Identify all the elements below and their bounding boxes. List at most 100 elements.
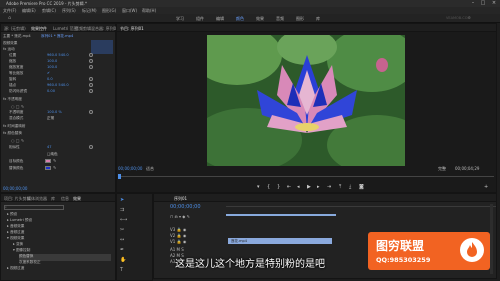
go-to-in-icon[interactable]: ⇤ bbox=[287, 184, 291, 190]
mark-out-icon[interactable]: } bbox=[277, 184, 280, 190]
add-marker-icon[interactable]: ▾ bbox=[257, 184, 260, 190]
effect-row-blend-mode[interactable]: 混合模式 正常 bbox=[9, 116, 54, 123]
workspace-bar: ⌂ 学习 组件 编辑 颜色 效果 音频 图形 库 ⌕ VEAMOB.COM bbox=[0, 14, 500, 24]
ripple-edit-tool-icon[interactable]: ⟷ bbox=[120, 217, 127, 223]
video-frame bbox=[207, 35, 405, 166]
workspace-tab-audio[interactable]: 音频 bbox=[276, 16, 284, 22]
razor-tool-icon[interactable]: ✂ bbox=[120, 227, 124, 233]
tab-sequence[interactable]: 序列01 bbox=[174, 196, 187, 202]
reset-icon[interactable] bbox=[89, 53, 93, 57]
timeline-scrollbar[interactable] bbox=[490, 204, 493, 274]
lotus-image bbox=[207, 35, 405, 166]
timeline-tabs: 序列01 bbox=[154, 194, 496, 202]
slip-tool-icon[interactable]: ↔ bbox=[120, 237, 124, 243]
tab-effects[interactable]: 效果 bbox=[73, 196, 81, 202]
minimize-icon[interactable]: – bbox=[468, 0, 478, 7]
play-icon[interactable]: ▶ bbox=[307, 184, 311, 190]
tab-audio-mixer[interactable]: 音频剪辑混合器: 序列01 bbox=[75, 26, 119, 32]
reset-icon[interactable] bbox=[89, 77, 93, 81]
time-ruler[interactable] bbox=[226, 206, 496, 207]
brand-watermark: 图穷联盟 QQ:985303259 bbox=[368, 232, 490, 270]
workspace-tab-effects[interactable]: 效果 bbox=[256, 16, 264, 22]
fit-dropdown[interactable]: 适合 bbox=[146, 166, 154, 172]
effect-row[interactable]: fx 不透明度 bbox=[3, 97, 22, 104]
reset-icon[interactable] bbox=[89, 65, 93, 69]
mask-tools-icon[interactable]: ○ □ ✎ bbox=[11, 138, 24, 143]
workspace-tab-color[interactable]: 颜色 bbox=[236, 16, 244, 24]
eye-icon: ◉ bbox=[182, 239, 187, 244]
tab-source[interactable]: 源: (无剪辑) bbox=[4, 26, 26, 32]
tab-libraries[interactable]: 库 bbox=[51, 196, 55, 202]
eyedropper-icon[interactable]: ✎ bbox=[53, 158, 56, 163]
reset-icon[interactable] bbox=[89, 83, 93, 87]
list-item[interactable]: ▸ 视频过渡 bbox=[7, 266, 24, 273]
mask-tools-icon[interactable]: ○ □ ✎ bbox=[11, 104, 24, 109]
clip-header: 主要 * 莲花.mp4 bbox=[3, 34, 31, 38]
type-tool-icon[interactable]: T bbox=[120, 267, 123, 273]
timeline-tools-icon[interactable]: ⊓ ⋒ ▾ ◆ ✎ bbox=[170, 214, 190, 219]
video-subtitle: 这是这儿这个地方是特别粉的是吧 bbox=[175, 259, 325, 270]
maximize-icon[interactable]: □ bbox=[478, 0, 488, 7]
pen-tool-icon[interactable]: ✒ bbox=[120, 247, 124, 253]
hand-tool-icon[interactable]: ✋ bbox=[120, 257, 126, 263]
workspace-tab-editing[interactable]: 编辑 bbox=[216, 16, 224, 22]
workspace-tab-libraries[interactable]: 库 bbox=[316, 16, 320, 22]
workspace-tab-learn[interactable]: 学习 bbox=[176, 16, 184, 22]
step-forward-icon[interactable]: ▸ bbox=[317, 184, 320, 190]
home-icon[interactable]: ⌂ bbox=[8, 15, 11, 21]
tab-lumetri-scopes[interactable]: Lumetri 范围 bbox=[53, 26, 78, 32]
program-duration: 00;00;04;29 bbox=[455, 166, 480, 171]
selection-tool-icon[interactable]: ➤ bbox=[120, 197, 124, 203]
playhead[interactable] bbox=[118, 174, 121, 179]
close-icon[interactable]: × bbox=[489, 0, 499, 7]
reset-icon[interactable] bbox=[89, 145, 93, 149]
effect-row-target-color[interactable]: 目标颜色 bbox=[9, 159, 23, 166]
reset-icon[interactable] bbox=[89, 110, 93, 114]
go-to-out-icon[interactable]: ⇥ bbox=[327, 184, 331, 190]
effect-row-antiflicker[interactable]: 防闪烁滤镜 0.00 bbox=[9, 89, 93, 96]
effect-controls-timecode[interactable]: 00;00;00;00 bbox=[3, 186, 27, 191]
effect-row-replace-color[interactable]: 替换颜色 bbox=[9, 166, 23, 173]
track-select-tool-icon[interactable]: ⇉ bbox=[120, 207, 124, 213]
reset-icon[interactable] bbox=[89, 89, 93, 93]
effect-row-similarity[interactable]: 相似性 47 bbox=[9, 145, 93, 152]
tab-effect-controls[interactable]: 效果控件 bbox=[31, 26, 47, 32]
track-a1[interactable]: A1 M S bbox=[170, 247, 184, 252]
program-timecode[interactable]: 00;00;00;00 bbox=[118, 166, 142, 171]
step-back-icon[interactable]: ◂ bbox=[297, 184, 300, 190]
tab-info[interactable]: 信息 bbox=[61, 196, 69, 202]
flame-logo-icon bbox=[460, 238, 484, 262]
workspace-tab-assembly[interactable]: 组件 bbox=[196, 16, 204, 22]
menu-bar: 文件(F) 编辑(E) 剪辑(C) 序列(S) 标记(M) 图形(G) 窗口(W… bbox=[0, 7, 500, 14]
search-icon: ⌕ bbox=[5, 205, 7, 209]
effect-row-color-replace[interactable]: fx 颜色替换 bbox=[3, 131, 22, 138]
export-frame-icon[interactable]: ◙ bbox=[359, 184, 364, 190]
timeline-work-area[interactable] bbox=[226, 214, 336, 216]
track-v3[interactable]: V3 🔒 ◉ bbox=[170, 227, 186, 232]
clip-label: 莲花.mp4 bbox=[231, 239, 247, 243]
program-scrubber[interactable] bbox=[118, 176, 494, 177]
brand-qq: QQ:985303259 bbox=[376, 256, 431, 264]
effect-row-time-remap[interactable]: fx 时间重映射 bbox=[3, 124, 26, 131]
track-v1[interactable]: V1 🔒 ◉ bbox=[170, 239, 186, 244]
lift-icon[interactable]: ⤒ bbox=[339, 184, 341, 190]
effects-search-input[interactable] bbox=[4, 205, 64, 210]
video-clip[interactable]: 莲花.mp4 bbox=[228, 238, 332, 244]
track-v2[interactable]: V2 🔒 ◉ bbox=[170, 233, 186, 238]
tab-program[interactable]: 节目: 序列01 bbox=[120, 26, 144, 32]
extract-icon[interactable]: ⤓ bbox=[349, 184, 351, 190]
mark-in-icon[interactable]: { bbox=[267, 184, 270, 190]
effects-panel: 项目: 片头剪辑 媒体浏览器 库 信息 效果 ⌕ ▸ 预设 ▸ Lumetri … bbox=[0, 193, 116, 281]
replace-color-swatch[interactable] bbox=[45, 166, 51, 170]
program-monitor-tabs: 节目: 序列01 bbox=[117, 24, 496, 32]
reset-icon[interactable] bbox=[89, 59, 93, 63]
workspace-tab-graphics[interactable]: 图形 bbox=[296, 16, 304, 22]
target-color-swatch[interactable] bbox=[45, 159, 51, 163]
tab-media-browser[interactable]: 媒体浏览器 bbox=[27, 196, 47, 202]
quality-dropdown[interactable]: 完整 bbox=[438, 166, 446, 172]
eyedropper-icon[interactable]: ✎ bbox=[53, 165, 56, 170]
add-button-icon[interactable]: + bbox=[484, 184, 488, 190]
lock-icon: 🔒 bbox=[176, 233, 182, 238]
effect-controls-panel: 源: (无剪辑) 效果控件 Lumetri 范围 音频剪辑混合器: 序列01 主… bbox=[0, 23, 119, 193]
timeline-timecode[interactable]: 00;00;00;00 bbox=[170, 204, 201, 210]
